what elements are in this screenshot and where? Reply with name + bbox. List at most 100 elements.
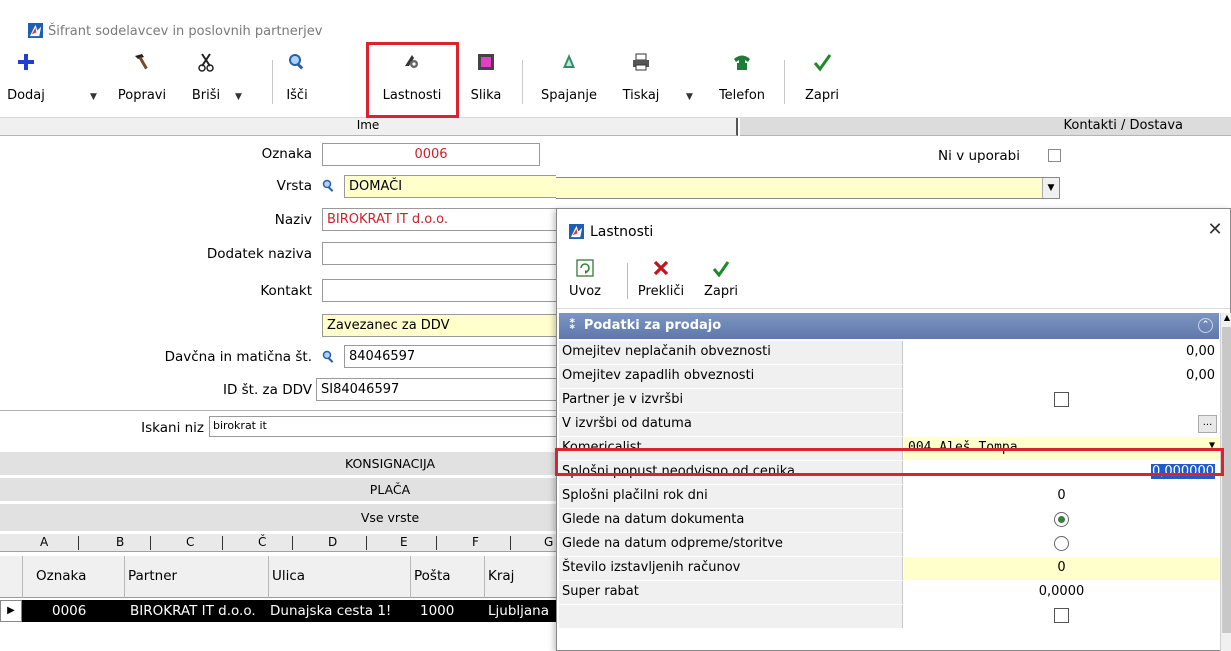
telefon-button[interactable]: Telefon	[710, 48, 774, 110]
davcna-field[interactable]: 84046597	[344, 345, 558, 368]
brisi-dropdown-arrow[interactable]: ▼	[235, 92, 245, 102]
dialog-zapri-button[interactable]: Zapri	[703, 255, 739, 305]
column-ulica[interactable]: Ulica	[272, 568, 305, 584]
tab-divider	[150, 536, 151, 550]
property-name: V izvršbi od datuma	[559, 413, 903, 436]
tiskaj-dropdown-arrow[interactable]: ▼	[686, 92, 696, 102]
app-icon	[569, 224, 584, 239]
tiskaj-button[interactable]: Tiskaj	[616, 48, 666, 110]
property-row[interactable]: V izvršbi od datuma ...	[559, 413, 1219, 436]
oznaka-field[interactable]: 0006	[322, 143, 540, 166]
partial-checkbox[interactable]	[1054, 608, 1069, 623]
izvrsba-checkbox[interactable]	[1054, 392, 1069, 407]
column-posta[interactable]: Pošta	[414, 568, 451, 584]
slika-button[interactable]: Slika	[468, 48, 504, 110]
property-value[interactable]: 0,00	[904, 365, 1219, 388]
datum-dokumenta-radio[interactable]	[1054, 512, 1069, 527]
id-ddv-label: ID št. za DDV	[222, 382, 312, 398]
property-row[interactable]: Število izstavljenih računov 0	[559, 557, 1219, 580]
search-icon[interactable]	[322, 350, 336, 364]
property-value[interactable]: 0,00	[904, 341, 1219, 364]
telefon-label: Telefon	[718, 88, 766, 103]
property-name: Splošni plačilni rok dni	[559, 485, 903, 508]
uvoz-button[interactable]: Uvoz	[565, 255, 605, 305]
naziv-field[interactable]: BIROKRAT IT d.o.o.	[322, 208, 558, 231]
brisi-button[interactable]: Briši	[188, 48, 224, 110]
popravi-button[interactable]: Popravi	[112, 48, 172, 110]
zapri-button[interactable]: Zapri	[802, 48, 842, 110]
ni-v-uporabi-checkbox[interactable]	[1048, 149, 1061, 162]
spajanje-button[interactable]: Spajanje	[536, 48, 602, 110]
isci-button[interactable]: Išči	[282, 48, 312, 110]
column-kraj[interactable]: Kraj	[488, 568, 514, 584]
preklici-button[interactable]: Prekliči	[633, 255, 689, 305]
dodatek-naziva-field[interactable]	[322, 242, 558, 265]
property-row[interactable]: Glede na datum odpreme/storitve	[559, 533, 1219, 556]
dodatek-naziva-label: Dodatek naziva	[206, 246, 312, 262]
tab-ime[interactable]: Ime	[0, 118, 738, 136]
alpha-tab-cc[interactable]: Č	[258, 535, 266, 549]
alpha-tab-e[interactable]: E	[400, 535, 408, 549]
main-toolbar: Dodaj ▼ Popravi Briši ▼ Išči Lastnosti S…	[0, 48, 1231, 118]
column-partner[interactable]: Partner	[128, 568, 177, 584]
column-divider	[22, 556, 23, 598]
property-row[interactable]: Splošni plačilni rok dni 0	[559, 485, 1219, 508]
property-value[interactable]: 0	[904, 485, 1219, 508]
scroll-up-icon[interactable]: ▲	[1222, 313, 1231, 325]
property-name: Glede na datum dokumenta	[559, 509, 903, 532]
column-divider	[484, 556, 485, 598]
id-ddv-field[interactable]: SI84046597	[316, 378, 558, 401]
property-row-partial	[559, 605, 1219, 628]
ddv-status-dropdown[interactable]: Zavezanec za DDV	[322, 314, 558, 337]
dodaj-dropdown-arrow[interactable]: ▼	[90, 92, 100, 102]
datum-odpreme-radio[interactable]	[1054, 536, 1069, 551]
alpha-tab-b[interactable]: B	[116, 535, 124, 549]
property-row[interactable]: Super rabat 0,0000	[559, 581, 1219, 604]
cell-partner: BIROKRAT IT d.o.o.	[130, 603, 256, 619]
iskani-niz-input[interactable]: birokrat it	[209, 416, 558, 437]
app-icon	[28, 23, 43, 38]
property-value	[904, 389, 1219, 412]
property-name: Število izstavljenih računov	[559, 557, 903, 580]
dodaj-label: Dodaj	[7, 88, 45, 103]
table-row[interactable]: ▶ 0006 BIROKRAT IT d.o.o. Dunajska cesta…	[0, 600, 560, 622]
dialog-scrollbar[interactable]: ▲	[1220, 313, 1231, 651]
property-row[interactable]: Omejitev neplačanih obveznosti 0,00	[559, 341, 1219, 364]
category-podatki-za-prodajo[interactable]: ⁑ Podatki za prodajo ⌃	[559, 313, 1219, 339]
dialog-titlebar: Lastnosti ✕	[557, 209, 1230, 255]
cell-ulica: Dunajska cesta 1!	[270, 603, 392, 619]
search-icon[interactable]	[322, 179, 336, 193]
tab-kontakti-dostava[interactable]: Kontakti / Dostava	[740, 118, 1231, 136]
vrsta-field[interactable]: DOMAČI	[344, 175, 556, 198]
property-value[interactable]: ...	[904, 413, 1219, 436]
tiskaj-label: Tiskaj	[622, 88, 660, 103]
property-row[interactable]: Partner je v izvršbi	[559, 389, 1219, 412]
property-name: Partner je v izvršbi	[559, 389, 903, 412]
chevron-down-icon[interactable]: ▼	[1042, 178, 1059, 198]
column-oznaka[interactable]: Oznaka	[36, 568, 86, 584]
kontakt-field[interactable]	[322, 279, 558, 302]
phone-icon	[734, 55, 750, 70]
close-icon[interactable]: ✕	[1204, 219, 1226, 241]
popravi-label: Popravi	[117, 88, 167, 103]
property-row[interactable]: Glede na datum dokumenta	[559, 509, 1219, 532]
dodaj-button[interactable]: Dodaj	[6, 48, 46, 110]
alpha-tab-g[interactable]: G	[544, 535, 553, 549]
toolbar-separator	[522, 60, 523, 104]
checkmark-icon	[712, 261, 730, 277]
alpha-tab-a[interactable]: A	[40, 535, 48, 549]
property-value[interactable]: 0,0000	[904, 581, 1219, 604]
property-row[interactable]: Omejitev zapadlih obveznosti 0,00	[559, 365, 1219, 388]
vrsta-dropdown[interactable]: ▼	[556, 177, 1060, 199]
alpha-tab-c[interactable]: C	[186, 535, 194, 549]
komericalist-highlight-box	[555, 448, 1224, 476]
alpha-tab-d[interactable]: D	[328, 535, 337, 549]
scroll-thumb[interactable]	[1222, 327, 1231, 633]
property-value[interactable]: 0	[904, 557, 1219, 580]
cell-oznaka: 0006	[52, 603, 87, 619]
property-name: Super rabat	[559, 581, 903, 604]
collapse-icon[interactable]: ⌃	[1198, 318, 1213, 333]
column-divider	[268, 556, 269, 598]
ellipsis-button[interactable]: ...	[1198, 415, 1217, 433]
alpha-tab-f[interactable]: F	[472, 535, 479, 549]
